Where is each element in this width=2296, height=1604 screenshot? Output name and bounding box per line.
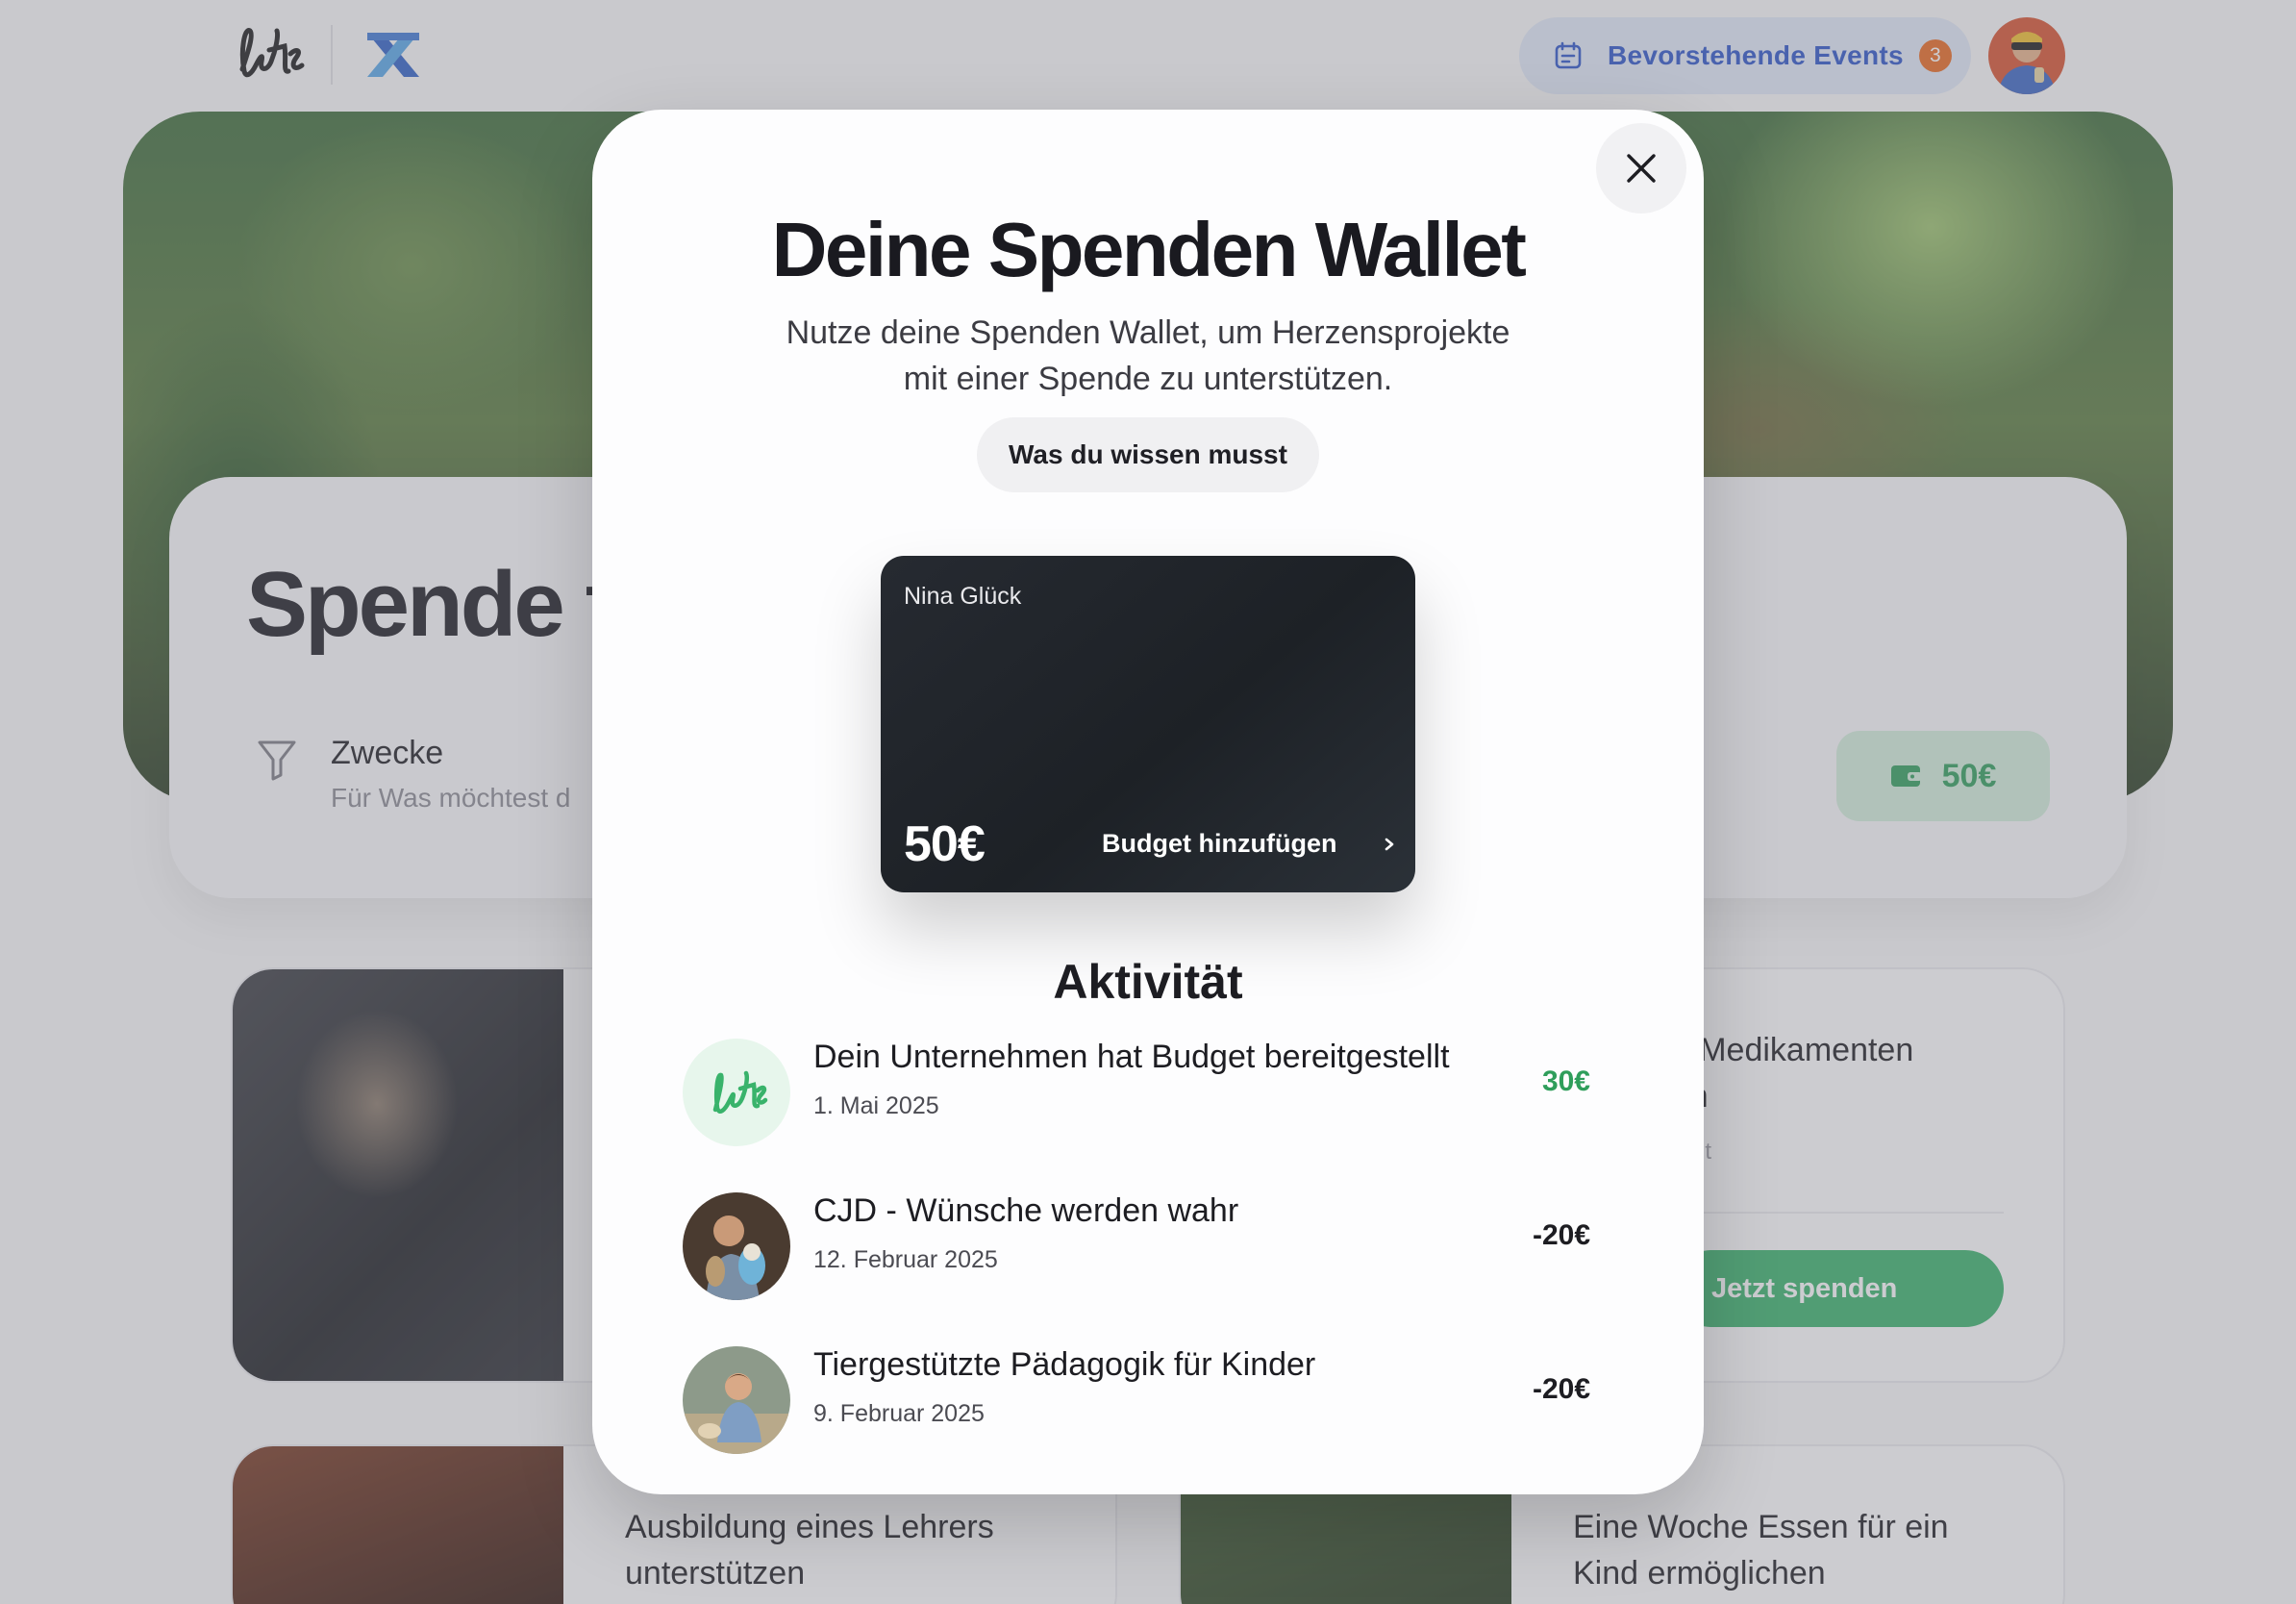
activity-date: 12. Februar 2025 <box>813 1246 998 1273</box>
info-button[interactable]: Was du wissen musst <box>977 417 1319 492</box>
activity-date: 9. Februar 2025 <box>813 1400 985 1427</box>
activity-amount: -20€ <box>1532 1219 1590 1251</box>
wallet-modal: Deine Spenden Wallet Nutze deine Spenden… <box>592 110 1704 1494</box>
activity-title-text: Tiergestützte Pädagogik für Kinder <box>813 1346 1316 1383</box>
activity-date: 1. Mai 2025 <box>813 1092 939 1119</box>
activity-item: Dein Unternehmen hat Budget bereitgestel… <box>683 1039 1590 1154</box>
lets-logo <box>712 1070 768 1114</box>
project-avatar <box>683 1192 790 1300</box>
lets-avatar <box>683 1039 790 1146</box>
chevron-right-icon <box>1385 838 1394 850</box>
card-balance: 50€ <box>904 816 986 872</box>
close-button[interactable] <box>1596 123 1686 213</box>
activity-item: Tiergestützte Pädagogik für Kinder 9. Fe… <box>683 1346 1590 1462</box>
activity-title-text: Dein Unternehmen hat Budget bereitgestel… <box>813 1039 1450 1075</box>
activity-title: Aktivität <box>1053 955 1243 1009</box>
project-avatar <box>683 1346 790 1454</box>
add-budget-label: Budget hinzufügen <box>1102 829 1337 858</box>
activity-amount: 30€ <box>1541 1065 1590 1097</box>
card-holder-name: Nina Glück <box>904 583 1022 610</box>
close-icon <box>1627 154 1656 183</box>
modal-title: Deine Spenden Wallet <box>771 207 1527 292</box>
activity-title-text: CJD - Wünsche werden wahr <box>813 1192 1239 1229</box>
wallet-card: Nina Glück 50€ Budget hinzufügen <box>881 556 1415 892</box>
add-budget-button[interactable]: Budget hinzufügen <box>1102 829 1396 859</box>
activity-amount: -20€ <box>1532 1373 1590 1405</box>
activity-item: CJD - Wünsche werden wahr 12. Februar 20… <box>683 1192 1590 1308</box>
modal-subtitle: Nutze deine Spenden Wallet, um Herzenspr… <box>786 314 1510 397</box>
